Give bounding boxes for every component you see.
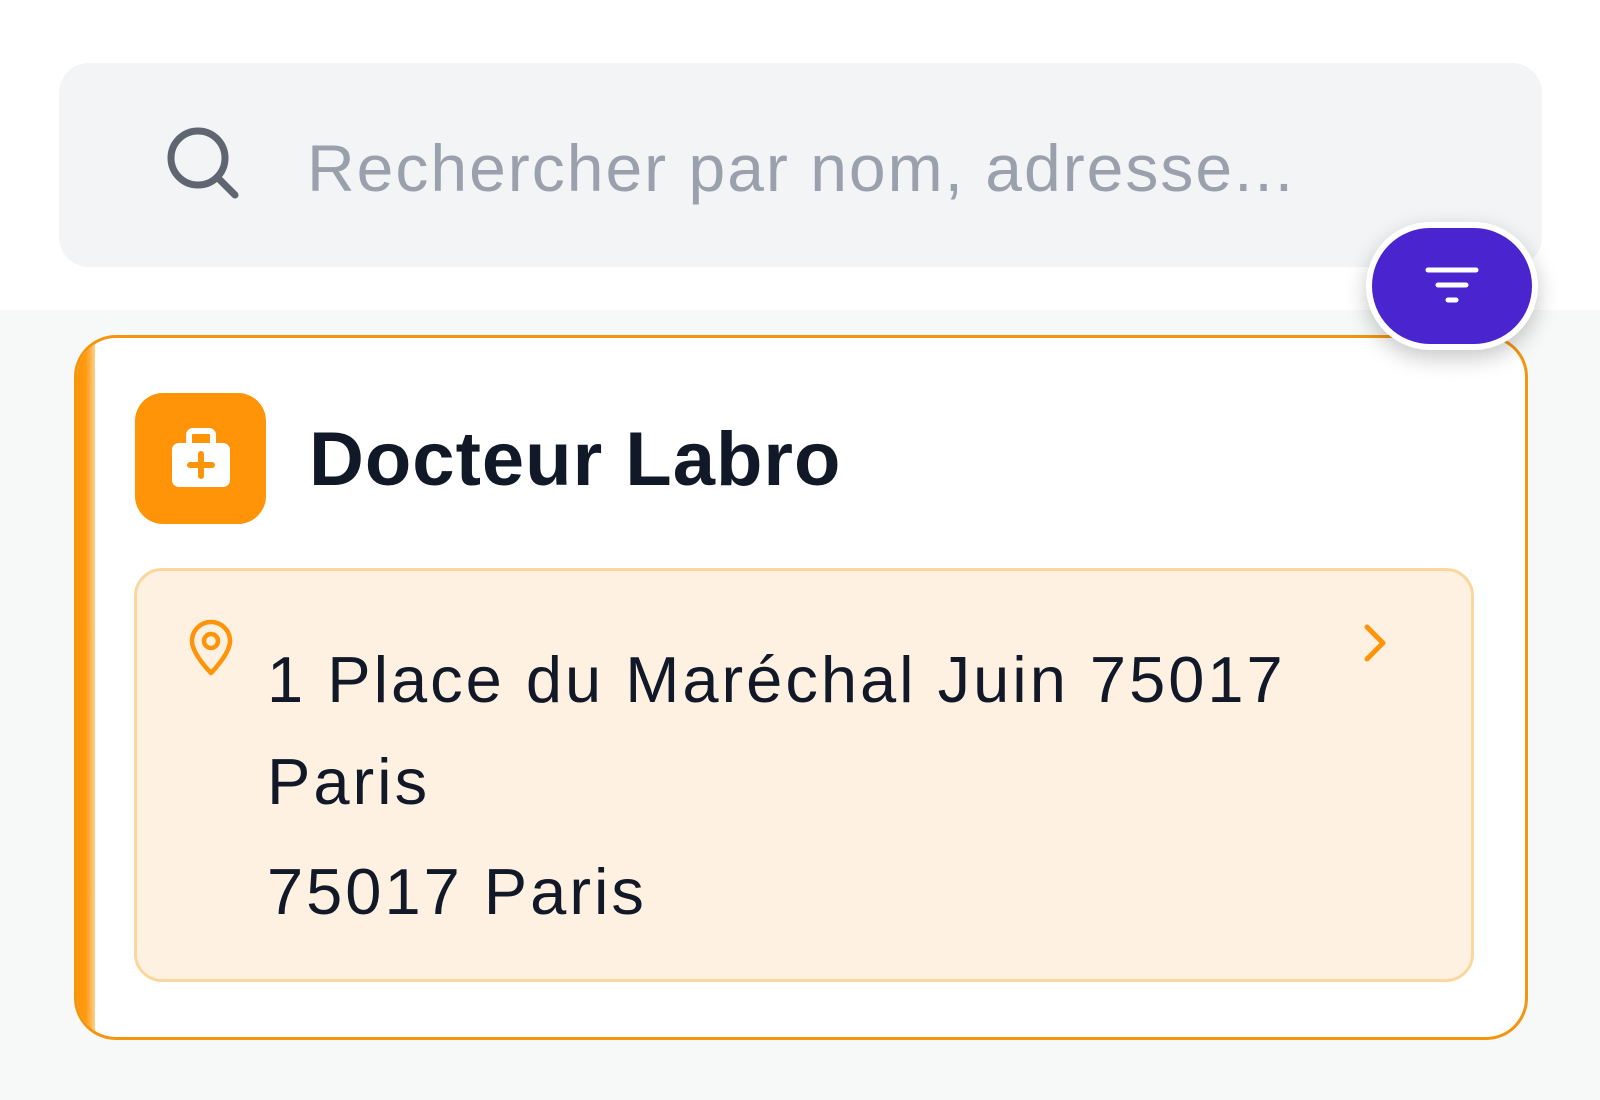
filter-icon [1425,267,1479,303]
search-bar[interactable] [59,63,1542,267]
address-city: 75017 Paris [267,855,647,928]
filter-button[interactable] [1366,222,1538,350]
search-icon [167,127,239,199]
chevron-right-icon [1364,624,1386,662]
search-input[interactable] [307,123,1507,213]
address-street: 1 Place du Maréchal Juin 75017 Paris [267,643,1286,818]
map-pin-icon [189,619,233,676]
result-name: Docteur Labro [309,417,842,502]
result-card[interactable]: Docteur Labro 1 Place du Maréchal Juin 7… [74,335,1528,1040]
medical-kit-icon [135,393,266,524]
address-link[interactable]: 1 Place du Maréchal Juin 75017 Paris 750… [134,568,1474,982]
card-accent-bar [77,338,95,1037]
